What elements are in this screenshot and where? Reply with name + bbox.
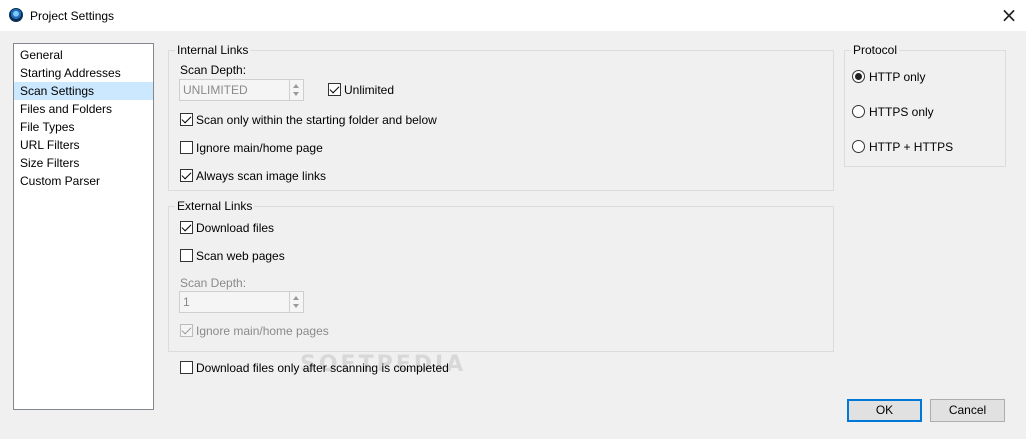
download-after-scan-checkbox[interactable]: [180, 361, 193, 374]
window-title: Project Settings: [30, 9, 115, 23]
protocol-title: Protocol: [851, 43, 900, 57]
spinner-arrows[interactable]: [289, 292, 303, 312]
ignore-main-pages-label: Ignore main/home pages: [196, 324, 329, 338]
internal-scan-depth-spinner[interactable]: UNLIMITED: [179, 79, 304, 101]
external-scan-depth-label: Scan Depth:: [180, 276, 247, 290]
http-https-radio[interactable]: [852, 140, 865, 153]
nav-item-file-types[interactable]: File Types: [14, 118, 153, 136]
scan-within-folder-label: Scan only within the starting folder and…: [196, 113, 437, 127]
https-only-label: HTTPS only: [869, 105, 934, 119]
always-scan-images-label: Always scan image links: [196, 169, 327, 183]
http-https-label: HTTP + HTTPS: [869, 140, 954, 154]
ok-button[interactable]: OK: [847, 399, 922, 422]
nav-item-size-filters[interactable]: Size Filters: [14, 154, 153, 172]
external-scan-depth-spinner[interactable]: 1: [179, 291, 304, 313]
internal-scan-depth-label: Scan Depth:: [180, 63, 247, 77]
nav-item-url-filters[interactable]: URL Filters: [14, 136, 153, 154]
nav-item-custom-parser[interactable]: Custom Parser: [14, 172, 153, 190]
download-files-checkbox[interactable]: [180, 221, 193, 234]
download-after-scan-label: Download files only after scanning is co…: [196, 361, 449, 375]
app-icon: [9, 8, 23, 22]
settings-category-list[interactable]: General Starting Addresses Scan Settings…: [13, 43, 154, 410]
ignore-main-page-checkbox[interactable]: [180, 141, 193, 154]
nav-item-general[interactable]: General: [14, 46, 153, 64]
external-scan-depth-value: 1: [183, 295, 190, 309]
https-only-radio[interactable]: [852, 105, 865, 118]
nav-item-scan-settings[interactable]: Scan Settings: [14, 82, 153, 100]
nav-item-starting-addresses[interactable]: Starting Addresses: [14, 64, 153, 82]
cancel-button[interactable]: Cancel: [930, 399, 1005, 422]
unlimited-checkbox[interactable]: [328, 83, 341, 96]
title-bar: Project Settings ×: [0, 0, 1026, 31]
internal-links-title: Internal Links: [175, 43, 251, 57]
ignore-main-pages-checkbox[interactable]: [180, 324, 193, 337]
http-only-radio[interactable]: [852, 70, 865, 83]
spinner-arrows[interactable]: [289, 80, 303, 100]
ignore-main-page-label: Ignore main/home page: [196, 141, 323, 155]
scan-web-pages-label: Scan web pages: [196, 249, 285, 263]
spin-up-icon[interactable]: [293, 84, 299, 88]
download-files-label: Download files: [196, 221, 275, 235]
external-links-title: External Links: [175, 199, 255, 213]
nav-item-files-and-folders[interactable]: Files and Folders: [14, 100, 153, 118]
internal-scan-depth-value: UNLIMITED: [183, 83, 248, 97]
spin-up-icon[interactable]: [293, 296, 299, 300]
unlimited-label: Unlimited: [344, 83, 395, 97]
close-icon[interactable]: ×: [992, 0, 1026, 31]
spin-down-icon[interactable]: [293, 304, 299, 308]
http-only-label: HTTP only: [869, 70, 926, 84]
scan-within-folder-checkbox[interactable]: [180, 113, 193, 126]
scan-web-pages-checkbox[interactable]: [180, 249, 193, 262]
spin-down-icon[interactable]: [293, 92, 299, 96]
always-scan-images-checkbox[interactable]: [180, 169, 193, 182]
